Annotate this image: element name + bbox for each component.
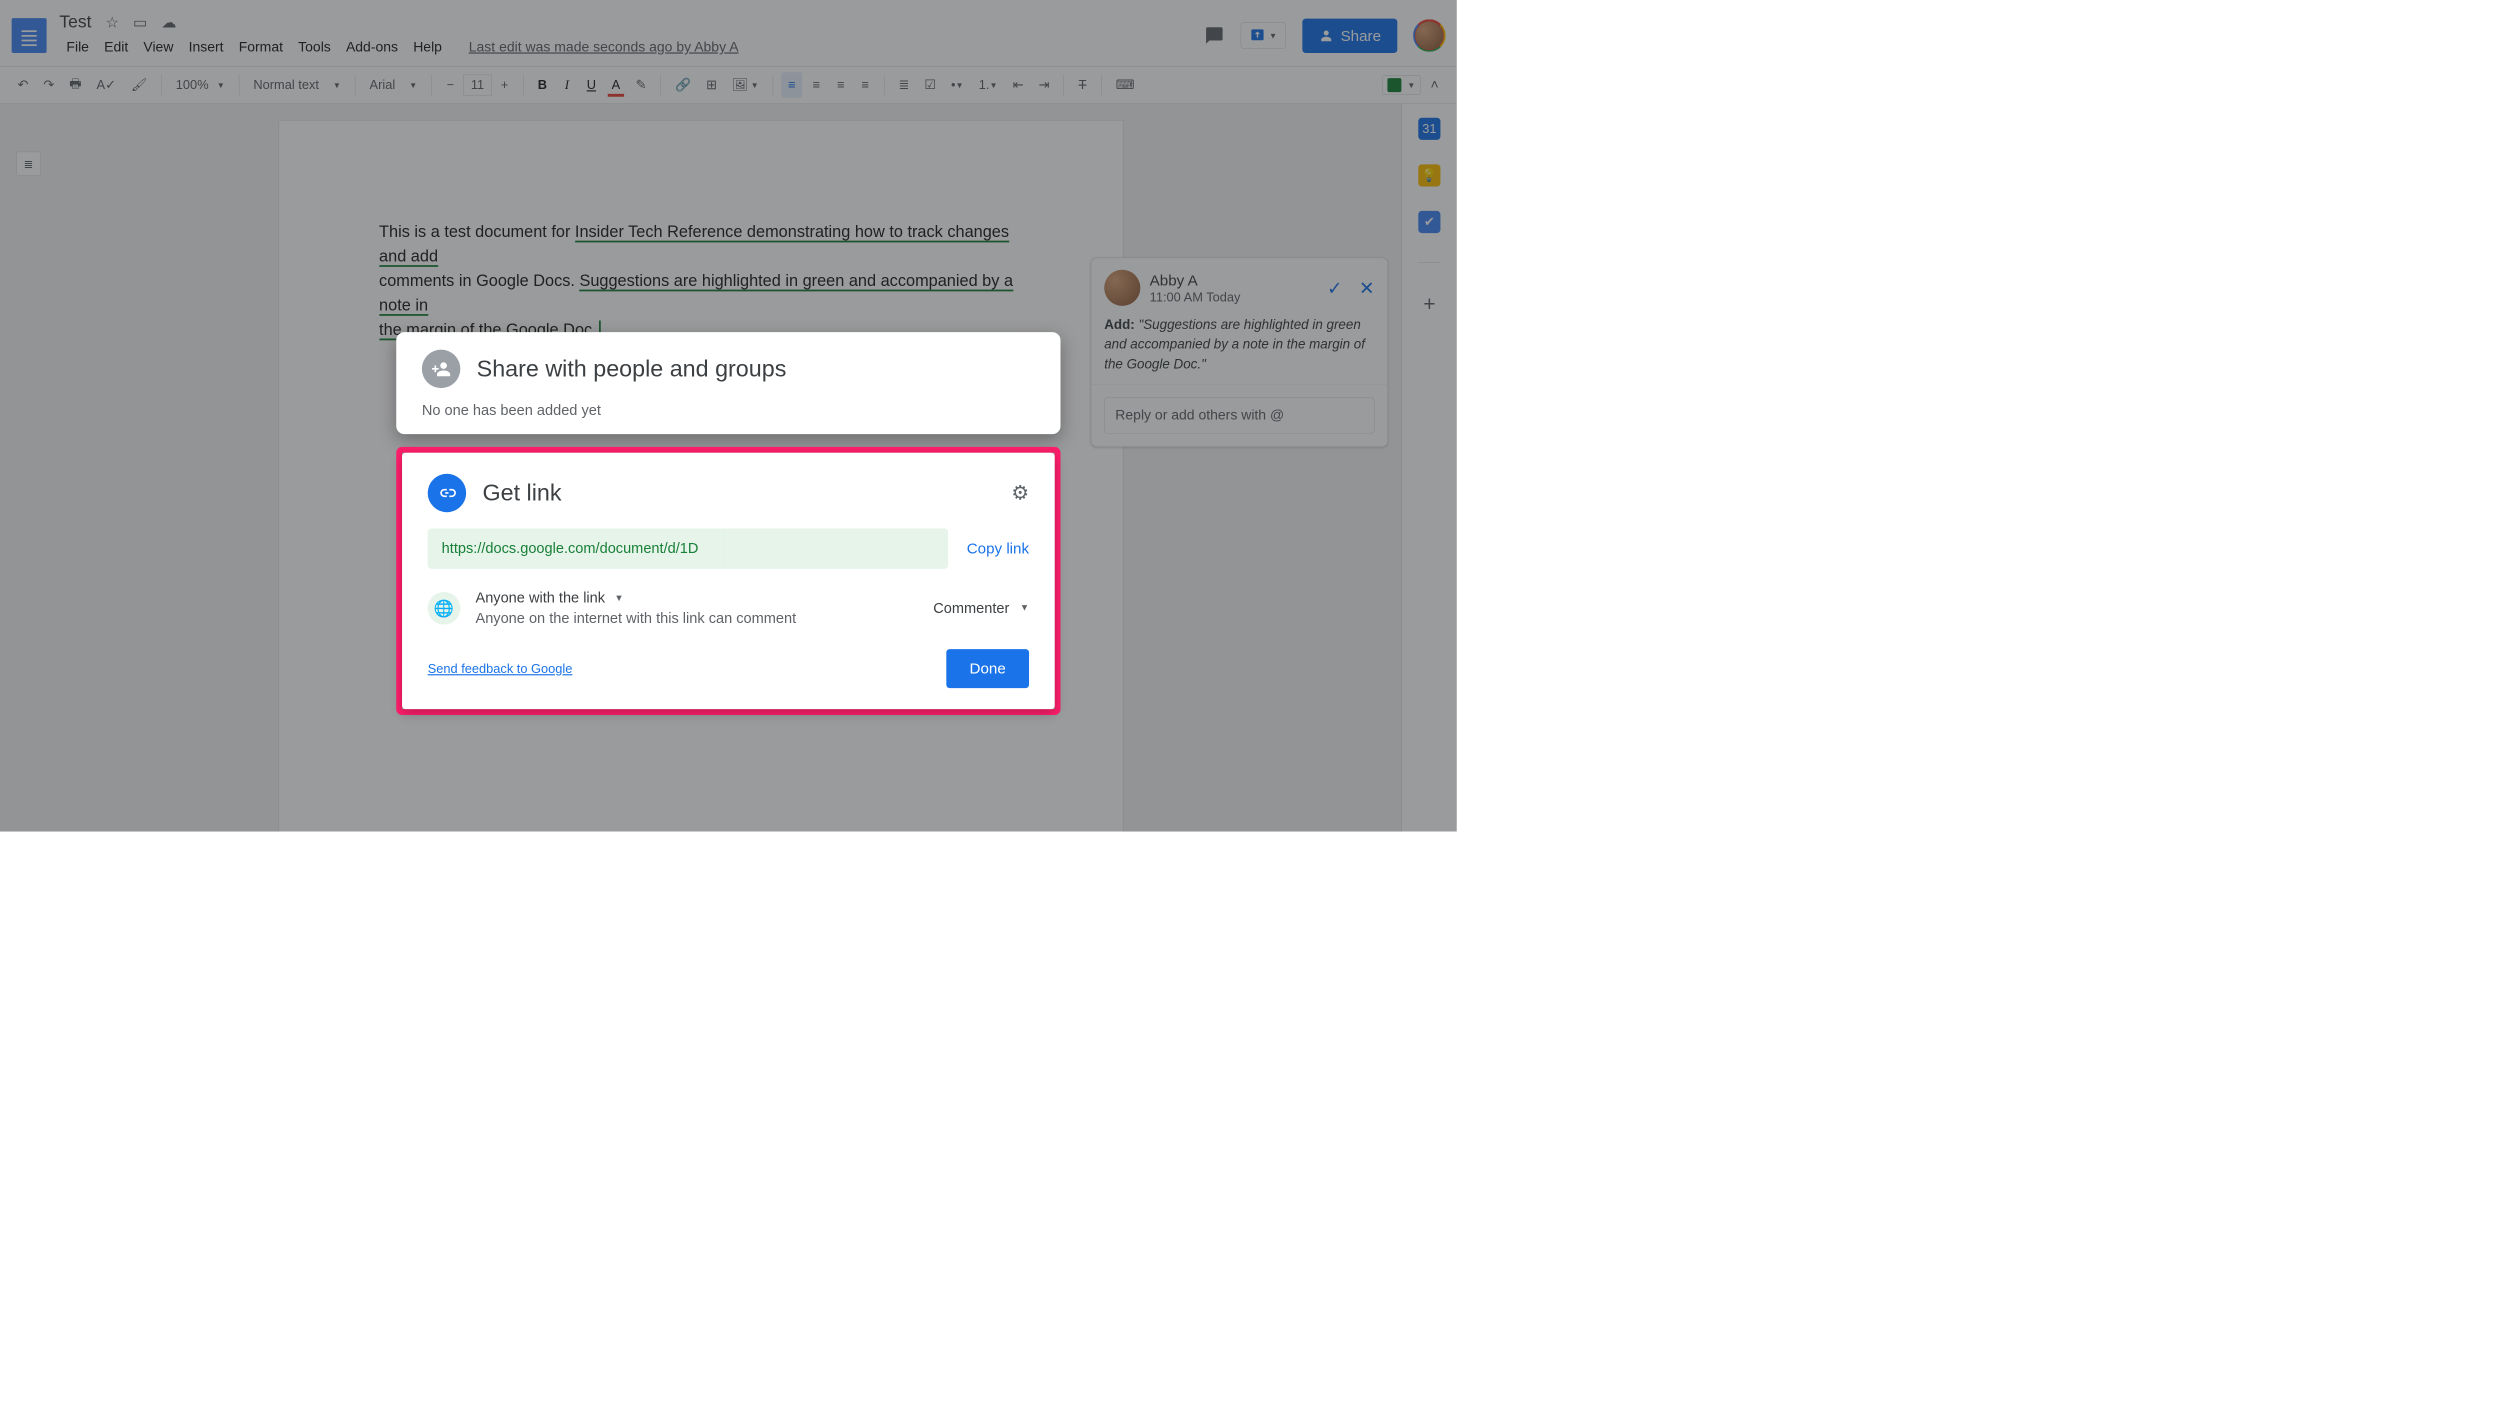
annotation-highlight: Get link ⚙ https://docs.google.com/docum… — [396, 447, 1060, 715]
globe-icon: 🌐 — [428, 592, 461, 625]
access-description: Anyone on the internet with this link ca… — [475, 610, 796, 627]
copy-link-button[interactable]: Copy link — [967, 540, 1029, 558]
access-scope-label: Anyone with the link — [475, 590, 605, 607]
share-people-card: Share with people and groups No one has … — [396, 332, 1060, 434]
link-icon — [428, 474, 466, 512]
send-feedback-link[interactable]: Send feedback to Google — [428, 661, 573, 676]
person-add-icon — [422, 350, 460, 388]
chevron-down-icon: ▼ — [1020, 603, 1029, 613]
role-select[interactable]: Commenter ▼ — [933, 600, 1029, 617]
done-button[interactable]: Done — [946, 649, 1029, 688]
getlink-title: Get link — [482, 480, 561, 506]
get-link-card: Get link ⚙ https://docs.google.com/docum… — [402, 453, 1055, 709]
role-label: Commenter — [933, 600, 1009, 617]
access-scope-select[interactable]: Anyone with the link ▼ — [475, 590, 796, 607]
share-link-url: https://docs.google.com/document/d/1D — [442, 540, 699, 556]
redacted-area — [727, 529, 948, 569]
share-dialog-title: Share with people and groups — [477, 356, 787, 382]
share-link-field[interactable]: https://docs.google.com/document/d/1D — [428, 529, 948, 569]
link-settings-icon[interactable]: ⚙ — [1011, 481, 1029, 504]
chevron-down-icon: ▼ — [614, 593, 623, 603]
share-dialog-subtitle: No one has been added yet — [422, 402, 1035, 419]
